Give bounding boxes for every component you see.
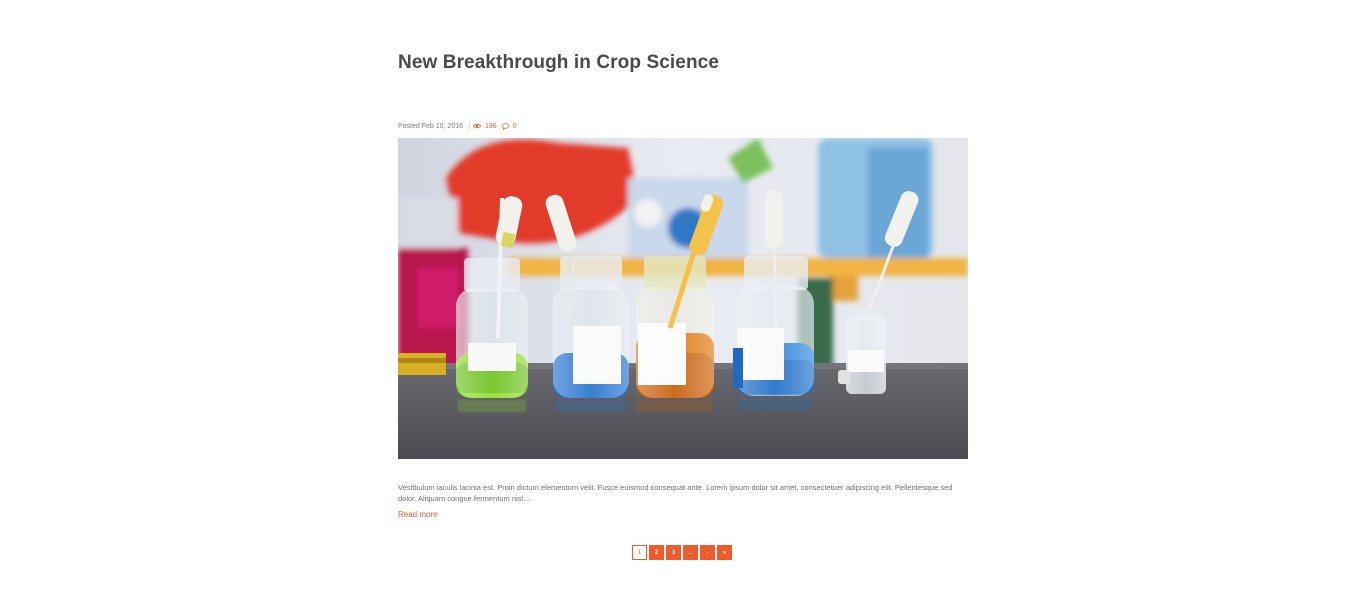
views-count: 136 bbox=[485, 122, 497, 130]
last-page-button[interactable]: » bbox=[717, 545, 732, 560]
meta-divider bbox=[469, 122, 470, 130]
comments-count: 0 bbox=[512, 122, 517, 130]
post-meta: Posted Feb 10, 2016 136 0 bbox=[398, 122, 522, 130]
views-stat: 136 bbox=[473, 123, 497, 130]
page-2-button[interactable]: 2 bbox=[649, 545, 664, 560]
read-more-link[interactable]: Read more bbox=[398, 510, 438, 519]
page-ellipsis-button[interactable]: … bbox=[683, 545, 698, 560]
page-3-button[interactable]: 3 bbox=[666, 545, 681, 560]
pagination: 1 2 3 … › » bbox=[632, 545, 732, 560]
comments-stat[interactable]: 0 bbox=[501, 122, 517, 130]
next-page-button[interactable]: › bbox=[700, 545, 715, 560]
post-title[interactable]: New Breakthrough in Crop Science bbox=[398, 52, 719, 74]
posted-date: Posted Feb 10, 2016 bbox=[398, 122, 463, 130]
eye-icon bbox=[473, 123, 481, 129]
page-1-button[interactable]: 1 bbox=[632, 545, 647, 560]
post-excerpt: Vestibulum iaculis lacinia est. Proin di… bbox=[398, 483, 953, 503]
post-featured-image[interactable] bbox=[398, 138, 968, 459]
comment-bubble-icon bbox=[501, 122, 509, 130]
